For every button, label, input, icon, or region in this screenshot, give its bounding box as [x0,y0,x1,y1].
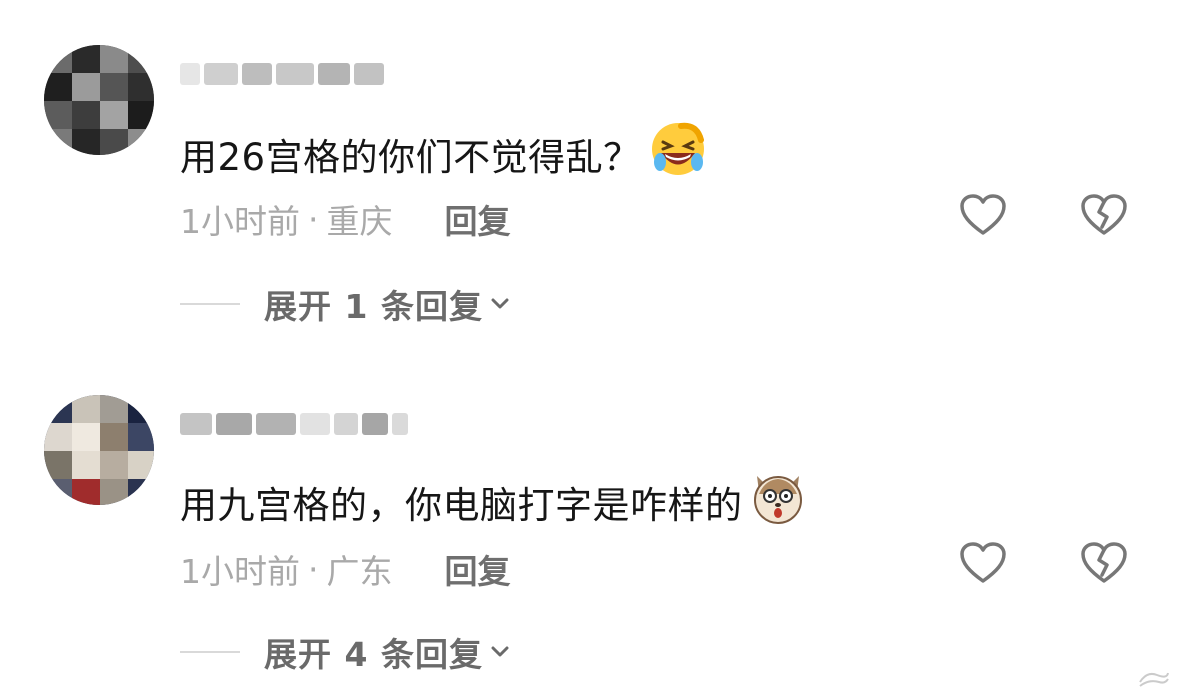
surprised-dog-face-emoji [749,468,807,535]
redaction-block [354,63,384,85]
redaction-block [216,413,252,435]
chevron-down-icon [491,298,509,309]
comment-meta: 1小时前 · 重庆 回复 [180,195,511,243]
redaction-block [180,63,200,85]
redaction-block [362,413,388,435]
comment-body: 用九宫格的，你电脑打字是咋样的 [180,468,807,535]
avatar-image [44,395,154,505]
redaction-block [180,413,212,435]
username-redacted[interactable] [180,408,450,440]
avatar-image [44,45,154,155]
comment-location: 广东 [326,552,393,591]
expand-replies-label: 展开 1 条回复 [264,287,483,326]
comment-text: 用26宫格的你们不觉得乱？ [180,135,641,179]
heart-outline-icon [960,194,1006,235]
meta-separator: · [308,549,319,589]
redaction-block [276,63,314,85]
comment-body: 用26宫格的你们不觉得乱？ [180,120,707,187]
dislike-button[interactable] [1077,188,1131,242]
reply-button[interactable]: 回复 [445,545,511,593]
redaction-block [392,413,408,435]
reply-button[interactable]: 回复 [445,195,511,243]
redaction-block [242,63,272,85]
comment-time: 1小时前 [180,552,300,591]
avatar[interactable] [44,395,154,505]
like-button[interactable] [956,536,1010,590]
divider-line [180,303,240,305]
username-redacted[interactable] [180,58,450,90]
broken-heart-outline-icon [1081,542,1127,583]
expand-replies-button[interactable]: 展开 1 条回复 [180,280,513,328]
expand-replies-label: 展开 4 条回复 [264,635,483,674]
redaction-block [318,63,350,85]
divider-line [180,651,240,653]
watermark-logo [1137,667,1171,693]
comment-text: 用九宫格的，你电脑打字是咋样的 [180,483,743,527]
redaction-block [256,413,296,435]
redaction-block [204,63,238,85]
comment-location: 重庆 [326,202,393,241]
meta-separator: · [308,199,319,239]
heart-outline-icon [960,542,1006,583]
broken-heart-outline-icon [1081,194,1127,235]
expand-replies-button[interactable]: 展开 4 条回复 [180,628,513,676]
redaction-block [334,413,358,435]
grinning-squinting-face-emoji [649,120,707,187]
dislike-button[interactable] [1077,536,1131,590]
comment-time: 1小时前 [180,202,300,241]
like-button[interactable] [956,188,1010,242]
comment-meta: 1小时前 · 广东 回复 [180,545,511,593]
comment-item: 用九宫格的，你电脑打字是咋样的 1小时前 · 广东 回复 展开 4 条回复 [0,350,1179,690]
redaction-block [300,413,330,435]
comment-item: 用26宫格的你们不觉得乱？ 1小时前 · 重庆 回复 展开 1 条回复 [0,0,1179,340]
avatar[interactable] [44,45,154,155]
chevron-down-icon [491,646,509,657]
